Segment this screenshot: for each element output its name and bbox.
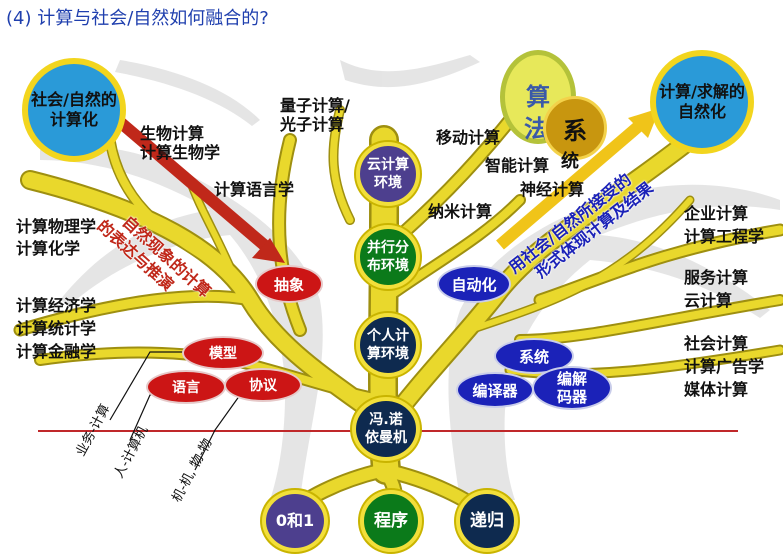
parallel-env-line2: 布环境 (367, 258, 409, 274)
corner-right-line1: 计算/求解 (659, 82, 729, 101)
label-neural: 神经计算 (520, 180, 585, 199)
enterprise-line2: 计算工程学 (684, 227, 765, 246)
von-neumann-line2: 依曼机 (365, 430, 407, 446)
corner-circle-left: 社会/自然的计算化 (22, 58, 126, 162)
corner-circle-right: 计算/求解的自然化 (650, 50, 754, 154)
social-line3: 媒体计算 (684, 380, 749, 399)
econ-line1: 计算经济学 (16, 296, 97, 315)
label-economics: 计算经济学 计算统计学 计算金融学 (16, 294, 96, 363)
cloud-env-line2: 环境 (374, 175, 402, 191)
label-service: 服务计算 云计算 (684, 266, 748, 312)
node-cloud-environment: 云计算 环境 (356, 142, 420, 206)
node-personal-environment: 个人计 算环境 (356, 313, 420, 377)
algorithm-char-1: 算 (526, 83, 550, 111)
econ-line2: 计算统计学 (16, 319, 97, 338)
label-quantum: 量子计算/ 光子计算 (280, 96, 350, 134)
physics-chem-line2: 计算化学 (16, 239, 81, 258)
quantum-line2: 光子计算 (280, 115, 345, 134)
econ-line3: 计算金融学 (16, 342, 97, 361)
label-social: 社会计算 计算广告学 媒体计算 (684, 332, 764, 401)
oval-codec: 编解码器 (532, 366, 612, 410)
root-recursion: 递归 (456, 490, 518, 552)
root-recursion-label: 递归 (470, 511, 504, 531)
bio-line2: 计算生物学 (140, 143, 221, 162)
personal-env-line1: 个人计 (367, 328, 409, 344)
label-bio: 生物计算 计算生物学 (140, 124, 220, 162)
system-char-1: 系 (563, 116, 587, 145)
label-enterprise: 企业计算 计算工程学 (684, 202, 764, 248)
corner-left-line1: 社会/自然 (31, 90, 101, 109)
label-smart: 智能计算 (485, 156, 550, 175)
service-line1: 服务计算 (684, 268, 749, 287)
label-comp-linguistics: 计算语言学 (214, 180, 295, 199)
oval-model: 模型 (182, 336, 264, 370)
oval-abstraction: 抽象 (255, 265, 323, 303)
enterprise-line1: 企业计算 (684, 204, 749, 223)
root-binary: 0和1 (262, 490, 328, 552)
oval-language: 语言 (146, 370, 226, 404)
label-mobile: 移动计算 (436, 128, 501, 147)
root-binary-label: 0和1 (275, 511, 315, 530)
quantum-line1: 量子计算/ (280, 96, 350, 115)
bio-line1: 生物计算 (140, 124, 205, 143)
physics-chem-line1: 计算物理学 (16, 217, 97, 236)
node-parallel-environment: 并行分 布环境 (356, 225, 420, 289)
service-line2: 云计算 (684, 291, 733, 310)
oval-automation: 自动化 (437, 265, 511, 303)
node-von-neumann: 冯.诺依曼机 (352, 397, 420, 461)
social-line1: 社会计算 (684, 334, 749, 353)
parallel-env-line1: 并行分 (367, 240, 409, 256)
personal-env-line2: 算环境 (367, 346, 409, 362)
system-char-2: 统 (561, 151, 579, 172)
social-line2: 计算广告学 (684, 357, 765, 376)
label-nano: 纳米计算 (428, 202, 493, 221)
oval-compiler: 编译器 (456, 372, 534, 408)
page-title: (4) 计算与社会/自然如何融合的? (6, 8, 269, 29)
root-program: 程序 (360, 490, 422, 552)
root-program-label: 程序 (374, 511, 408, 531)
cloud-env-line1: 云计算 (367, 157, 409, 173)
label-physics-chem: 计算物理学 计算化学 (16, 216, 96, 260)
oval-protocol: 协议 (224, 368, 302, 402)
von-neumann-line1: 冯.诺 (369, 412, 403, 428)
